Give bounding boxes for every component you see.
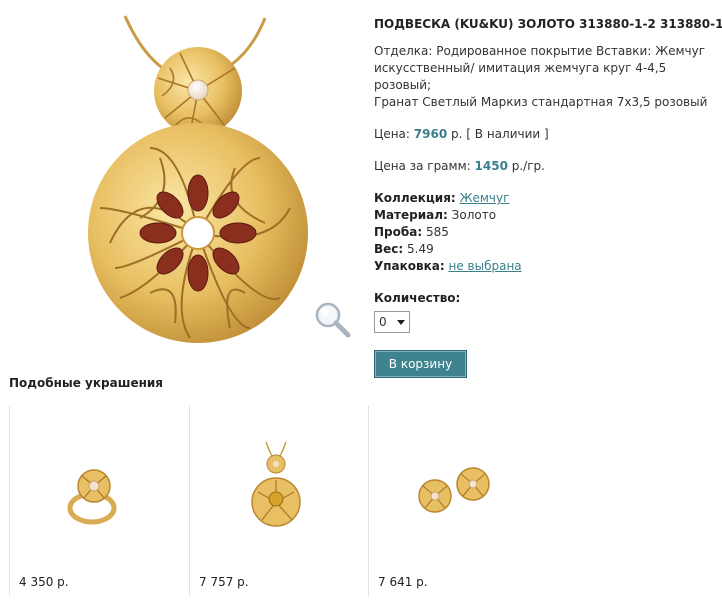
- material-value: Золото: [451, 208, 497, 222]
- product-finish-line: искусственный/ имитация жемчуга круг 4-4…: [374, 61, 667, 92]
- probe-value: 585: [425, 225, 449, 239]
- product-title: ПОДВЕСКА (KU&KU) ЗОЛОТО 313880-1-2 31388…: [374, 17, 722, 31]
- quantity-select[interactable]: 0: [374, 311, 410, 333]
- availability-status: [ В наличии ]: [466, 127, 549, 141]
- product-finish-line: Отделка: Родированное покрытие Вставки: …: [374, 44, 706, 58]
- similar-section-title: Подобные украшения: [9, 376, 164, 390]
- ring-thumbnail[interactable]: [34, 436, 154, 536]
- similar-item-price: 7 641 р.: [378, 575, 428, 589]
- product-main-image[interactable]: [30, 8, 360, 348]
- quantity-value: 0: [379, 315, 387, 329]
- price-currency: р.: [451, 127, 463, 141]
- similar-item-price: 7 757 р.: [199, 575, 249, 589]
- property-packaging: Упаковка: не выбрана: [374, 258, 720, 275]
- property-collection: Коллекция: Жемчуг: [374, 190, 720, 207]
- collection-label: Коллекция:: [374, 191, 456, 205]
- earrings-thumbnail[interactable]: [393, 436, 513, 536]
- price-per-gram-unit: р./гр.: [511, 159, 545, 173]
- divider: [189, 406, 190, 596]
- magnifier-icon[interactable]: [313, 300, 353, 340]
- similar-item[interactable]: 7 757 р.: [189, 406, 368, 606]
- price-per-gram-label: Цена за грамм:: [374, 159, 471, 173]
- material-label: Материал:: [374, 208, 448, 222]
- quantity-label: Количество:: [374, 291, 461, 305]
- add-to-cart-button[interactable]: В корзину: [374, 350, 467, 378]
- similar-item-price: 4 350 р.: [19, 575, 69, 589]
- property-probe: Проба: 585: [374, 224, 720, 241]
- divider: [368, 406, 369, 596]
- product-info: ПОДВЕСКА (KU&KU) ЗОЛОТО 313880-1-2 31388…: [374, 14, 722, 378]
- packaging-label: Упаковка:: [374, 259, 445, 273]
- weight-value: 5.49: [407, 242, 434, 256]
- packaging-link[interactable]: не выбрана: [449, 259, 522, 273]
- probe-label: Проба:: [374, 225, 423, 239]
- similar-item[interactable]: 7 641 р.: [368, 406, 548, 606]
- price-per-gram-value: 1450: [474, 159, 508, 173]
- collection-link[interactable]: Жемчуг: [460, 191, 510, 205]
- similar-items-grid: 4 350 р. 7 757 р. 7 641 р.: [0, 406, 722, 606]
- product-finish: Отделка: Родированное покрытие Вставки: …: [374, 43, 720, 111]
- pendant-thumbnail[interactable]: [214, 436, 334, 536]
- price-label: Цена:: [374, 127, 410, 141]
- similar-item[interactable]: 4 350 р.: [9, 406, 189, 606]
- product-finish-line: Гранат Светлый Маркиз стандартная 7х3,5 …: [374, 95, 708, 109]
- price-value: 7960: [413, 127, 448, 141]
- price-per-gram-line: Цена за грамм: 1450 р./гр.: [374, 158, 720, 175]
- property-weight: Вес: 5.49: [374, 241, 720, 258]
- divider: [9, 406, 10, 596]
- property-material: Материал: Золото: [374, 207, 720, 224]
- weight-label: Вес:: [374, 242, 404, 256]
- product-properties: Коллекция: Жемчуг Материал: Золото Проба…: [374, 190, 720, 275]
- price-line: Цена: 7960 р. [ В наличии ]: [374, 126, 720, 143]
- chevron-down-icon: [397, 320, 405, 325]
